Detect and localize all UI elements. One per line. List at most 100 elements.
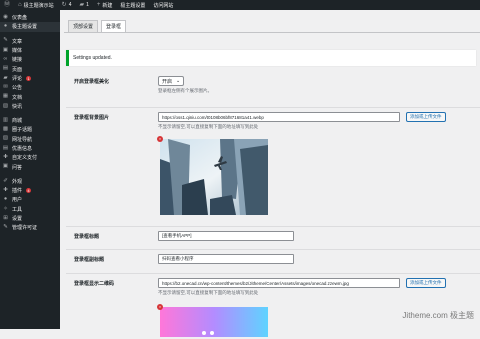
sidebar-item-22[interactable]: ✎ 管理许可证: [0, 223, 60, 232]
site-name-link[interactable]: ⌂ 极主题演示站: [14, 0, 58, 10]
sidebar-item-label: 设置: [12, 216, 23, 223]
sidebar-item-label: 快讯: [12, 103, 23, 110]
dashboard-icon: ◉: [3, 13, 8, 20]
sidebar-item-18[interactable]: ✚ 插件 4: [0, 186, 60, 195]
home-icon: ⌂: [18, 2, 22, 8]
settings-icon: ●: [3, 23, 8, 30]
sidebar-item-label: 圈子话题: [12, 127, 33, 134]
tools-icon: ✧: [3, 205, 8, 212]
remove-image-icon[interactable]: ×: [157, 136, 163, 142]
qrcode-description: 不显示请留空,可以直接复制下面的地址填写到此处: [158, 290, 259, 295]
document-icon: ▦: [2, 93, 9, 100]
count-badge: 1: [26, 75, 32, 81]
qrcode-label: 登录框显示二维码: [74, 281, 115, 287]
user-icon: ●: [3, 196, 8, 203]
tab-divider: [64, 32, 480, 33]
pin-icon: ✎: [3, 37, 8, 44]
appearance-icon: ✐: [3, 177, 8, 184]
updates-link[interactable]: ↻ 4: [58, 0, 76, 10]
wordpress-icon: Ⓦ: [4, 2, 11, 8]
beautify-label: 开启登录框美化: [74, 79, 110, 85]
settings-tabs: 顶部设置 登录框: [68, 20, 127, 32]
page-icon: ▤: [2, 65, 9, 72]
sidebar-item-label: 问答: [12, 164, 23, 171]
sidebar-item-19[interactable]: ● 用户: [0, 195, 60, 204]
sidebar-item-label: 文章: [12, 38, 23, 45]
wordpress-logo[interactable]: Ⓦ: [0, 0, 14, 10]
comment-icon: ▰: [3, 74, 8, 81]
bg-image-upload-button[interactable]: 添加或上传文件: [406, 112, 446, 122]
sidebar-item-7[interactable]: ▰ 评论 1: [0, 74, 60, 83]
count-badge: 4: [26, 188, 32, 194]
payment-icon: ✚: [3, 154, 8, 161]
tab-top-settings[interactable]: 顶部设置: [68, 20, 99, 32]
sidebar-item-label: 链接: [12, 57, 23, 64]
sidebar-item-17[interactable]: ✐ 外观: [0, 177, 60, 186]
row-bg-image: 登录框背景图片 https://oss1.qiniu.com/t0108b06b…: [66, 108, 480, 226]
sidebar-item-label: 商城: [12, 118, 23, 125]
qa-icon: ▣: [2, 163, 9, 170]
bg-image-preview: ×: [157, 136, 268, 215]
sidebar-item-12[interactable]: ▩ 圈子话题: [0, 125, 60, 134]
sidebar-item-8[interactable]: ✉ 公告: [0, 83, 60, 92]
subtitle-label: 登录框副标题: [74, 257, 105, 263]
bg-image-description: 不显示请留空,可以直接复制下面的地址填写到此处: [158, 124, 259, 129]
media-icon: ▣: [2, 46, 9, 53]
admin-bar: Ⓦ ⌂ 极主题演示站 ↻ 4 ▰ 1 + 新建 极主题设置 访问网站: [0, 0, 480, 10]
sidebar-item-14[interactable]: ▤ 优惠信息: [0, 144, 60, 153]
comments-link[interactable]: ▰ 1: [75, 0, 92, 10]
main-content: 顶部设置 登录框 Settings updated. 开启登录框美化 开启 ⌄ 登…: [60, 10, 480, 337]
sidebar-item-4[interactable]: ▣ 媒体: [0, 46, 60, 55]
sidebar-item-label: 管理许可证: [12, 225, 38, 232]
sidebar-item-1[interactable]: ◉ 仪表盘: [0, 13, 60, 22]
bg-image-url-input[interactable]: https://oss1.qiniu.com/t0108b06bf871681a…: [158, 112, 400, 122]
bg-image-thumbnail: [160, 139, 268, 215]
sidebar-item-16[interactable]: ▣ 问答: [0, 162, 60, 171]
sidebar-item-label: 评论: [12, 75, 23, 82]
qrcode-upload-button[interactable]: 添加或上传文件: [406, 278, 446, 288]
sidebar-item-11[interactable]: ▥ 商城: [0, 116, 60, 125]
link-icon: ∞: [3, 56, 8, 63]
comment-icon: ▰: [79, 2, 85, 8]
sidebar-item-label: 用户: [12, 197, 23, 204]
sidebar-item-15[interactable]: ✚ 自定义支付: [0, 153, 60, 162]
chevron-down-icon: ⌄: [176, 78, 181, 84]
sidebar-item-3[interactable]: ✎ 文章: [0, 37, 60, 46]
sidebar-item-label: 优惠信息: [12, 146, 33, 152]
sidebar-item-20[interactable]: ✧ 工具: [0, 205, 60, 214]
settings-gear-icon: ⊞: [3, 214, 8, 221]
refresh-icon: ↻: [61, 2, 67, 8]
visit-site-link[interactable]: 访问网站: [149, 0, 177, 10]
title-input[interactable]: [查看手机APP]: [158, 231, 294, 241]
remove-qrcode-icon[interactable]: ×: [157, 304, 163, 310]
sidebar-item-label: 公告: [12, 85, 23, 92]
theme-settings-link[interactable]: 极主题设置: [116, 0, 149, 10]
qrcode-thumbnail: [160, 307, 268, 337]
sidebar-item-label: 插件: [12, 188, 23, 195]
sidebar-item-label: 页面: [12, 66, 23, 73]
navigation-icon: ▨: [2, 135, 9, 142]
sidebar-item-label: 网址导航: [12, 136, 33, 143]
announcement-icon: ✉: [3, 83, 8, 90]
sidebar-item-13[interactable]: ▨ 网址导航: [0, 135, 60, 144]
sidebar-item-label: 仪表盘: [12, 15, 28, 22]
sidebar-item-2[interactable]: ● 极主题设置: [0, 22, 60, 32]
row-title: 登录框标题 [查看手机APP]: [66, 227, 480, 249]
sidebar-item-6[interactable]: ▤ 页面: [0, 64, 60, 73]
sidebar-item-9[interactable]: ▦ 文档: [0, 92, 60, 101]
sidebar-item-10[interactable]: ▧ 快讯: [0, 102, 60, 111]
qrcode-url-input[interactable]: https://b2.onecad.cn/wp-content/themes/b…: [158, 278, 400, 288]
sidebar-item-label: 媒体: [12, 48, 23, 55]
row-beautify: 开启登录框美化 开启 ⌄ 登录框左侧有个展示图片。: [66, 72, 480, 107]
settings-updated-notice: Settings updated.: [66, 50, 476, 66]
beautify-select[interactable]: 开启 ⌄: [158, 76, 185, 86]
title-label: 登录框标题: [74, 234, 100, 240]
tab-login-box[interactable]: 登录框: [101, 20, 127, 32]
subtitle-input[interactable]: 扫码查看小程序: [158, 254, 294, 264]
sidebar-item-label: 文档: [12, 94, 23, 101]
qrcode-preview: ×: [157, 304, 268, 337]
sidebar-item-5[interactable]: ∞ 链接: [0, 55, 60, 64]
sidebar-item-label: 自定义支付: [12, 155, 38, 162]
sidebar-item-21[interactable]: ⊞ 设置: [0, 214, 60, 223]
new-content-link[interactable]: + 新建: [93, 0, 117, 10]
